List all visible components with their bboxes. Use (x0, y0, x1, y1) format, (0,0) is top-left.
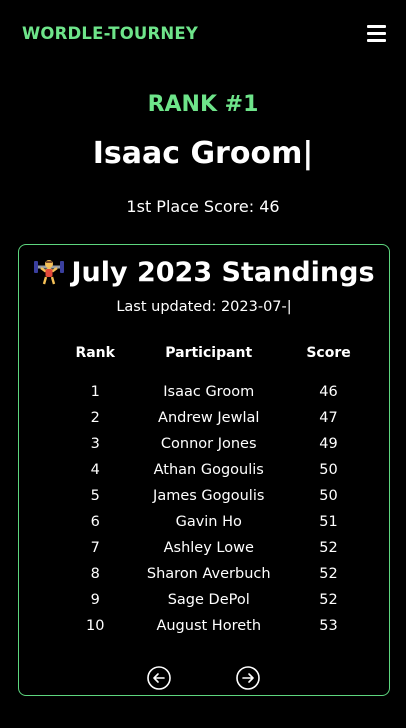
arrow-right-circle-icon[interactable] (236, 666, 260, 690)
standings-card: July 2023 Standings Last updated: 2023-0… (18, 244, 390, 696)
score-cell: 50 (319, 488, 338, 504)
participant-cell: Sharon Averbuch (146, 566, 271, 582)
column-header-rank: Rank (75, 345, 115, 361)
participant-cell: Ashley Lowe (163, 540, 254, 556)
table-row: 7 Ashley Lowe 52 (65, 535, 365, 561)
leader-name: Isaac Groom| (92, 136, 314, 171)
last-updated: Last updated: 2023-07-| (116, 299, 292, 315)
hamburger-menu-icon (367, 25, 386, 28)
score-cell: 50 (319, 462, 338, 478)
rank-cell: 5 (90, 488, 100, 504)
participant-cell: August Horeth (156, 618, 262, 634)
rank-cell: 6 (90, 514, 100, 530)
table-row: 3 Connor Jones 49 (65, 431, 365, 457)
participant-cell: Isaac Groom (163, 384, 255, 400)
participant-cell: Sage DePol (167, 592, 250, 608)
participant-cell: Gavin Ho (175, 514, 242, 530)
table-row: 5 James Gogoulis 50 (65, 483, 365, 509)
top-navbar: WORDLE-TOURNEY (0, 0, 406, 70)
score-cell: 49 (319, 436, 338, 452)
rank-cell: 4 (90, 462, 100, 478)
table-row: 1 Isaac Groom 46 (65, 379, 365, 405)
table-row: 6 Gavin Ho 51 (65, 509, 365, 535)
arrow-left-circle-icon[interactable] (147, 666, 171, 690)
rank-cell: 1 (90, 384, 100, 400)
column-header-participant: Participant (165, 345, 253, 361)
rank-cell: 9 (90, 592, 100, 608)
rank-cell: 7 (90, 540, 100, 556)
score-cell: 46 (319, 384, 338, 400)
standings-title-row: July 2023 Standings (19, 255, 389, 288)
score-cell: 47 (319, 410, 338, 426)
participant-cell: Connor Jones (160, 436, 257, 452)
score-cell: 51 (319, 514, 338, 530)
hamburger-menu-icon-bar (367, 39, 386, 42)
score-cell: 53 (319, 618, 338, 634)
table-row: 9 Sage DePol 52 (65, 587, 365, 613)
rank-heading: RANK #1 (147, 92, 259, 117)
hamburger-menu-icon-bar (367, 32, 386, 35)
table-row: 10 August Horeth 53 (65, 613, 365, 639)
score-cell: 52 (319, 540, 338, 556)
score-cell: 52 (319, 592, 338, 608)
table-row: 4 Athan Gogoulis 50 (65, 457, 365, 483)
brand-link[interactable]: WORDLE-TOURNEY (22, 24, 198, 43)
menu-button[interactable] (367, 25, 387, 43)
rank-cell: 2 (90, 410, 100, 426)
participant-cell: Andrew Jewlal (158, 410, 260, 426)
score-cell: 52 (319, 566, 338, 582)
table-row: 2 Andrew Jewlal 47 (65, 405, 365, 431)
rank-cell: 3 (90, 436, 100, 452)
weightlifter-icon (34, 260, 65, 285)
standings-table: Rank Participant Score 1 Isaac Groom 4 6 … (65, 341, 365, 639)
rank-cell: 10 (85, 618, 105, 634)
rank-cell: 8 (90, 566, 100, 582)
leader-score: 1st Place Score: 46 (126, 197, 280, 216)
participant-cell: Athan Gogoulis (153, 462, 264, 478)
table-header-row: Rank Participant Score (65, 341, 365, 379)
column-header-score: Score (306, 345, 351, 361)
table-row: 8 Sharon Averbuch 52 (65, 561, 365, 587)
participant-cell: James Gogoulis (153, 488, 265, 504)
standings-title: July 2023 Standings (71, 257, 375, 288)
